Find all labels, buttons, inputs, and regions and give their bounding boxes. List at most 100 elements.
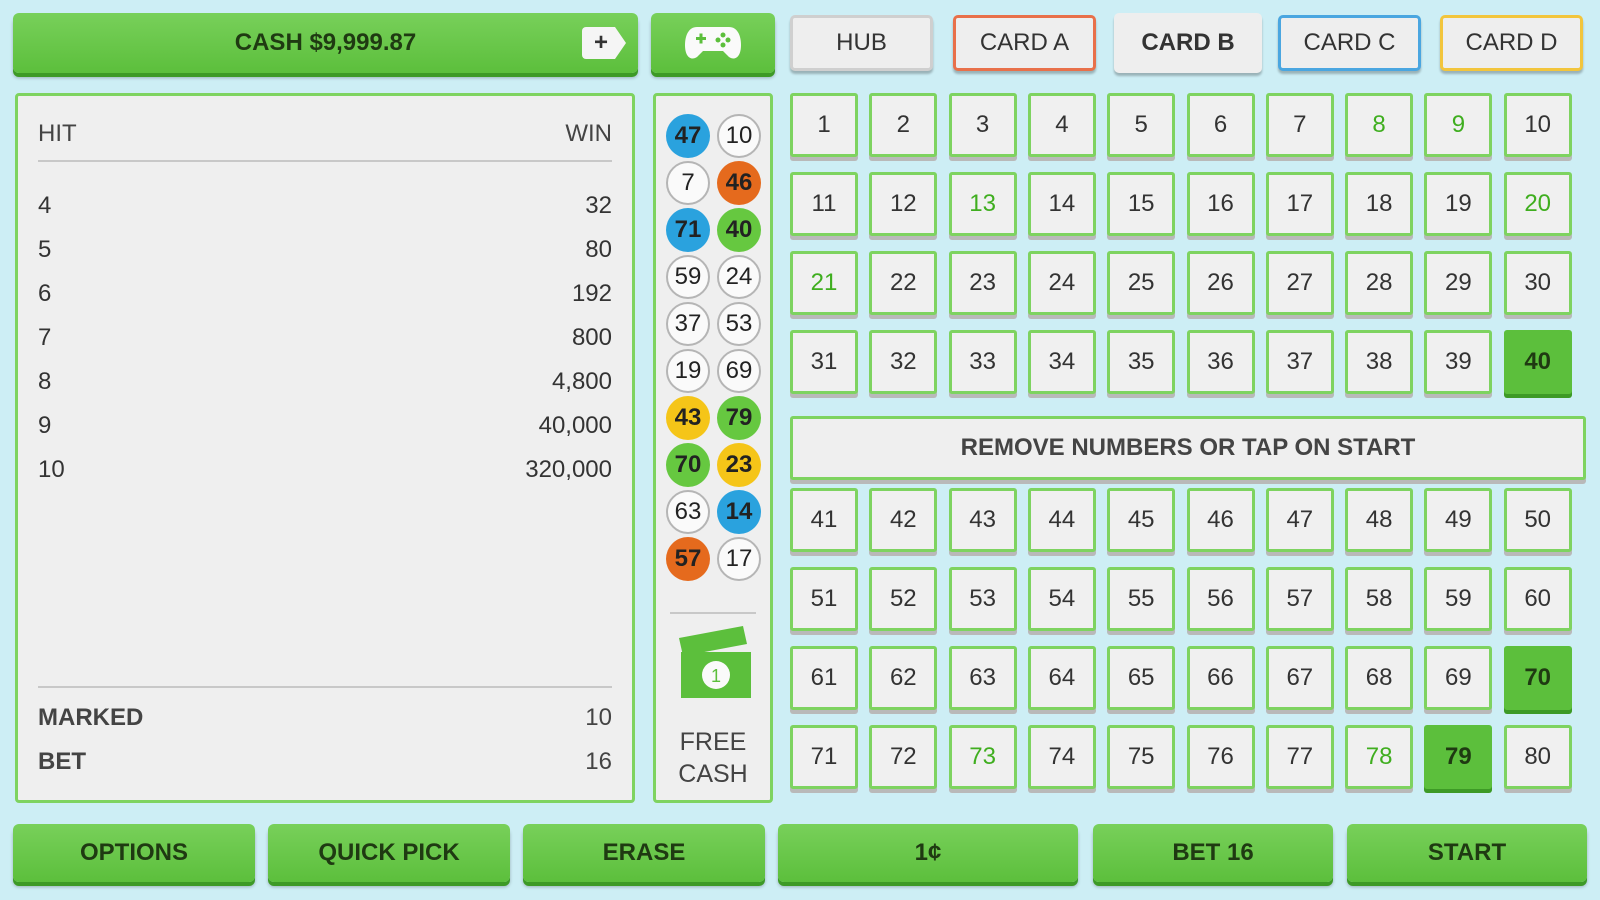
keno-number-3[interactable]: 3 (948, 93, 1017, 157)
keno-number-76[interactable]: 76 (1186, 725, 1255, 789)
keno-number-30[interactable]: 30 (1503, 251, 1572, 315)
keno-number-65[interactable]: 65 (1107, 646, 1176, 710)
free-cash-label[interactable]: FREE CASH (656, 726, 770, 790)
keno-number-69[interactable]: 69 (1424, 646, 1493, 710)
keno-number-34[interactable]: 34 (1027, 330, 1096, 394)
keno-number-24[interactable]: 24 (1027, 251, 1096, 315)
add-cash-icon[interactable]: + (582, 27, 626, 59)
keno-number-57[interactable]: 57 (1265, 567, 1334, 631)
keno-number-15[interactable]: 15 (1107, 172, 1176, 236)
keno-number-14[interactable]: 14 (1027, 172, 1096, 236)
keno-number-59[interactable]: 59 (1424, 567, 1493, 631)
keno-number-13[interactable]: 13 (948, 172, 1017, 236)
keno-number-50[interactable]: 50 (1503, 488, 1572, 552)
keno-number-45[interactable]: 45 (1107, 488, 1176, 552)
start-button[interactable]: START (1347, 824, 1587, 882)
keno-number-77[interactable]: 77 (1265, 725, 1334, 789)
keno-number-73[interactable]: 73 (948, 725, 1017, 789)
keno-number-80[interactable]: 80 (1503, 725, 1572, 789)
free-cash-badge: 1 (711, 666, 721, 686)
keno-number-27[interactable]: 27 (1265, 251, 1334, 315)
keno-number-44[interactable]: 44 (1027, 488, 1096, 552)
keno-number-35[interactable]: 35 (1107, 330, 1176, 394)
cash-button[interactable]: CASH $9,999.87 + (13, 13, 638, 73)
keno-number-64[interactable]: 64 (1027, 646, 1096, 710)
keno-number-41[interactable]: 41 (790, 488, 858, 552)
keno-number-28[interactable]: 28 (1345, 251, 1414, 315)
keno-number-19[interactable]: 19 (1424, 172, 1493, 236)
keno-number-25[interactable]: 25 (1107, 251, 1176, 315)
keno-number-52[interactable]: 52 (869, 567, 938, 631)
gamepad-icon (685, 27, 741, 59)
keno-number-20[interactable]: 20 (1503, 172, 1572, 236)
keno-number-31[interactable]: 31 (790, 330, 858, 394)
keno-number-58[interactable]: 58 (1345, 567, 1414, 631)
games-button[interactable] (651, 13, 775, 73)
keno-number-60[interactable]: 60 (1503, 567, 1572, 631)
keno-number-66[interactable]: 66 (1186, 646, 1255, 710)
keno-number-12[interactable]: 12 (869, 172, 938, 236)
bet-button[interactable]: BET 16 (1093, 824, 1333, 882)
denomination-button[interactable]: 1¢ (778, 824, 1078, 882)
keno-number-10[interactable]: 10 (1503, 93, 1572, 157)
keno-number-71[interactable]: 71 (790, 725, 858, 789)
tab-card-b[interactable]: CARD B (1114, 13, 1262, 73)
keno-number-48[interactable]: 48 (1345, 488, 1414, 552)
keno-number-9[interactable]: 9 (1424, 93, 1493, 157)
keno-number-17[interactable]: 17 (1265, 172, 1334, 236)
keno-number-29[interactable]: 29 (1424, 251, 1493, 315)
keno-number-61[interactable]: 61 (790, 646, 858, 710)
tab-card-a[interactable]: CARD A (953, 15, 1096, 71)
keno-number-16[interactable]: 16 (1186, 172, 1255, 236)
keno-number-47[interactable]: 47 (1265, 488, 1334, 552)
keno-number-39[interactable]: 39 (1424, 330, 1493, 394)
keno-number-43[interactable]: 43 (948, 488, 1017, 552)
drawn-ball: 59 (666, 255, 710, 299)
keno-number-55[interactable]: 55 (1107, 567, 1176, 631)
status-message: REMOVE NUMBERS OR TAP ON START (790, 416, 1586, 480)
keno-number-33[interactable]: 33 (948, 330, 1017, 394)
keno-number-62[interactable]: 62 (869, 646, 938, 710)
tab-card-c[interactable]: CARD C (1278, 15, 1421, 71)
keno-number-53[interactable]: 53 (948, 567, 1017, 631)
keno-number-38[interactable]: 38 (1345, 330, 1414, 394)
keno-number-5[interactable]: 5 (1107, 93, 1176, 157)
keno-number-49[interactable]: 49 (1424, 488, 1493, 552)
keno-number-23[interactable]: 23 (948, 251, 1017, 315)
keno-number-40[interactable]: 40 (1503, 330, 1572, 394)
options-button[interactable]: OPTIONS (13, 824, 255, 882)
keno-number-56[interactable]: 56 (1186, 567, 1255, 631)
tab-hub[interactable]: HUB (790, 15, 933, 71)
keno-number-67[interactable]: 67 (1265, 646, 1334, 710)
keno-number-51[interactable]: 51 (790, 567, 858, 631)
keno-number-26[interactable]: 26 (1186, 251, 1255, 315)
keno-number-68[interactable]: 68 (1345, 646, 1414, 710)
keno-number-7[interactable]: 7 (1265, 93, 1334, 157)
keno-number-2[interactable]: 2 (869, 93, 938, 157)
keno-number-74[interactable]: 74 (1027, 725, 1096, 789)
keno-number-6[interactable]: 6 (1186, 93, 1255, 157)
keno-number-54[interactable]: 54 (1027, 567, 1096, 631)
tab-card-d[interactable]: CARD D (1440, 15, 1583, 71)
keno-number-75[interactable]: 75 (1107, 725, 1176, 789)
keno-number-21[interactable]: 21 (790, 251, 858, 315)
keno-number-1[interactable]: 1 (790, 93, 858, 157)
keno-number-79[interactable]: 79 (1424, 725, 1493, 789)
keno-number-37[interactable]: 37 (1265, 330, 1334, 394)
keno-number-70[interactable]: 70 (1503, 646, 1572, 710)
keno-number-36[interactable]: 36 (1186, 330, 1255, 394)
keno-number-63[interactable]: 63 (948, 646, 1017, 710)
keno-number-78[interactable]: 78 (1345, 725, 1414, 789)
keno-number-22[interactable]: 22 (869, 251, 938, 315)
keno-number-18[interactable]: 18 (1345, 172, 1414, 236)
quick-pick-button[interactable]: QUICK PICK (268, 824, 510, 882)
keno-number-72[interactable]: 72 (869, 725, 938, 789)
keno-number-8[interactable]: 8 (1345, 93, 1414, 157)
erase-button[interactable]: ERASE (523, 824, 765, 882)
keno-number-4[interactable]: 4 (1027, 93, 1096, 157)
free-cash-button[interactable]: 1 (675, 624, 755, 709)
keno-number-42[interactable]: 42 (869, 488, 938, 552)
keno-number-11[interactable]: 11 (790, 172, 858, 236)
keno-number-46[interactable]: 46 (1186, 488, 1255, 552)
keno-number-32[interactable]: 32 (869, 330, 938, 394)
